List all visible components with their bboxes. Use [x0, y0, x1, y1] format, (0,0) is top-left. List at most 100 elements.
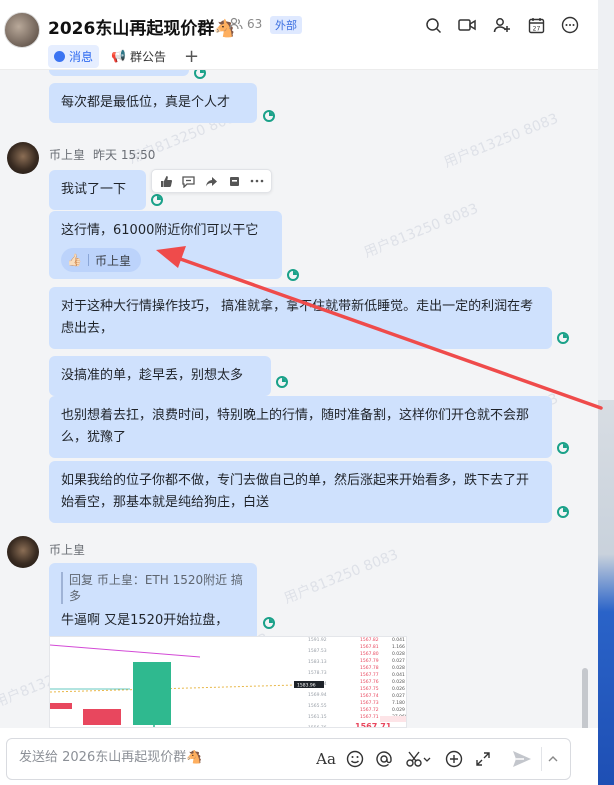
axis-tick-label: 1587.53 — [308, 648, 327, 654]
read-receipt-icon — [557, 442, 569, 454]
message-text: 如果我给的位子你都不做，专门去做自己的单，然后涨起来开始看多，跌下去了开始看空，… — [61, 473, 530, 510]
emoji-icon[interactable] — [344, 748, 366, 770]
message-bubble[interactable]: 也别想着去扛，浪费时间，特别晚上的行情，随时准备割，这样你们开仓就不会那么，犹豫… — [49, 396, 552, 458]
svg-text:27: 27 — [532, 25, 540, 32]
avatar[interactable] — [7, 142, 39, 174]
mention-icon[interactable] — [373, 748, 395, 770]
ask-size: 7.180 — [392, 700, 405, 706]
watermark: 用户813250 8083 — [441, 110, 561, 172]
message-text: 我试了一下 — [61, 182, 127, 197]
read-receipt-icon — [287, 269, 299, 281]
candle-bull — [133, 662, 171, 725]
video-call-icon[interactable] — [455, 13, 479, 37]
reaction-chip[interactable]: 👍🏻 币上皇 — [61, 248, 141, 272]
ask-size: 0.028 — [392, 651, 405, 657]
desktop-background — [598, 0, 614, 400]
forward-icon[interactable] — [203, 173, 219, 189]
members-icon[interactable] — [229, 17, 243, 31]
message-bubble[interactable]: 对于这种大行情操作技巧， 搞准就拿，拿不住就带新低睡觉。走出一定的利润在考虑出去… — [49, 287, 552, 349]
thumbs-up-emoji-icon: 👍🏻 — [67, 253, 82, 267]
chart-screenshot-image[interactable]: 1591.921587.531583.131578.731574.341569.… — [49, 636, 407, 728]
message-text: 对于这种大行情操作技巧， 搞准就拿，拿不住就带新低睡觉。走出一定的利润在考虑出去… — [61, 299, 534, 336]
read-receipt-icon — [263, 110, 275, 122]
read-receipt-icon — [194, 70, 206, 79]
expand-icon[interactable] — [472, 748, 494, 770]
message-bubble-partial[interactable] — [49, 70, 189, 76]
quoted-message[interactable]: 回复 币上皇：ETH 1520附近 搞多 — [61, 572, 245, 604]
axis-tick-label: 1569.94 — [308, 692, 327, 698]
scrollbar[interactable] — [582, 668, 588, 728]
message-bubble-reply[interactable]: 回复 币上皇：ETH 1520附近 搞多 牛逼啊 又是1520开始拉盘， — [49, 563, 257, 641]
watermark: 用户813250 8083 — [361, 200, 481, 262]
divider — [541, 747, 542, 771]
message-bubble[interactable]: 如果我给的位子你都不做，专门去做自己的单，然后涨起来开始看多，跌下去了开始看空，… — [49, 461, 552, 523]
tab-announcement[interactable]: 📢 群公告 — [105, 45, 172, 68]
axis-tick-label: 1565.55 — [308, 703, 327, 709]
message-action-bar — [151, 169, 272, 193]
message-time: 昨天 15:50 — [93, 148, 156, 162]
ask-price: 1567.72 — [360, 707, 379, 713]
thumbs-up-icon[interactable] — [158, 173, 174, 189]
ask-price: 1567.78 — [360, 665, 379, 671]
desktop-wallpaper — [598, 400, 614, 785]
axis-tick-label: 1561.15 — [308, 714, 327, 720]
candle-bear — [50, 703, 72, 709]
cursor-price-label: 1583.96 — [297, 683, 316, 689]
reaction-user: 币上皇 — [94, 253, 131, 268]
read-receipt-icon — [263, 617, 275, 629]
ask-size: 0.029 — [392, 707, 405, 713]
more-options-icon[interactable] — [558, 13, 582, 37]
indicator-line — [50, 644, 201, 658]
search-icon[interactable] — [421, 13, 445, 37]
message-text: 也别想着去扛，浪费时间，特别晚上的行情，随时准备割，这样你们开仓就不会那么，犹豫… — [61, 408, 530, 445]
composer: Aa — [0, 728, 614, 785]
ask-price: 1567.76 — [360, 679, 379, 685]
ask-price: 1567.82 — [360, 637, 379, 643]
chevron-up-icon[interactable] — [544, 748, 562, 770]
message-text: 牛逼啊 又是1520开始拉盘， — [61, 613, 229, 628]
external-badge: 外部 — [270, 16, 302, 34]
screenshot-icon[interactable] — [403, 748, 433, 770]
candlestick-chart: 1591.921587.531583.131578.731574.341569.… — [50, 637, 406, 727]
send-icon[interactable] — [509, 748, 535, 770]
ask-size: 0.026 — [392, 686, 405, 692]
sender-name[interactable]: 币上皇 — [49, 541, 85, 558]
ask-size: 0.027 — [392, 658, 405, 664]
tab-announcement-label: 群公告 — [129, 49, 166, 64]
ask-size: 0.041 — [392, 672, 405, 678]
message-text: 这行情，61000附近你们可以干它 — [61, 223, 259, 238]
add-tab-button[interactable]: + — [178, 46, 205, 67]
ask-size: 0.041 — [392, 637, 405, 643]
group-title[interactable]: 2026东山再起现价群🐴 — [48, 14, 235, 39]
axis-tick-label: 1591.92 — [308, 637, 327, 643]
calendar-icon[interactable]: 27 — [524, 13, 548, 37]
divider — [87, 254, 89, 266]
text-format-icon[interactable]: Aa — [315, 748, 337, 770]
group-avatar[interactable] — [4, 12, 40, 48]
message-bubble[interactable]: 没搞准的单，趁早丢，别想太多 — [49, 356, 271, 396]
ask-price: 1567.81 — [360, 644, 379, 650]
reply-icon[interactable] — [181, 173, 197, 189]
watermark: 用户813250 8083 — [281, 546, 401, 608]
more-actions-icon[interactable] — [249, 173, 265, 189]
ask-price: 1567.77 — [360, 672, 379, 678]
message-input[interactable] — [19, 750, 304, 765]
message-bubble[interactable]: 我试了一下 — [49, 170, 146, 210]
add-member-icon[interactable] — [490, 13, 514, 37]
ask-price: 1567.71 — [360, 714, 379, 720]
member-count: 63 — [247, 17, 263, 31]
ask-size: 0.028 — [392, 665, 405, 671]
chat-header: 2026东山再起现价群🐴 63 外部 27 消息 📢 群公告 + — [0, 0, 614, 70]
message-input-box[interactable]: Aa — [6, 738, 571, 780]
ask-size: 0.027 — [392, 693, 405, 699]
tab-messages[interactable]: 消息 — [48, 44, 100, 68]
tab-messages-label: 消息 — [69, 49, 94, 64]
add-attachment-icon[interactable] — [443, 748, 465, 770]
message-list[interactable]: 用户813250 8083 用户813250 8083 用户813250 808… — [0, 70, 614, 728]
sender-name[interactable]: 币上皇 — [49, 146, 85, 163]
megaphone-icon: 📢 — [111, 49, 126, 63]
save-icon[interactable] — [226, 173, 242, 189]
ask-size: 0.028 — [392, 679, 405, 685]
avatar[interactable] — [7, 536, 39, 568]
message-bubble[interactable]: 每次都是最低位，真是个人才 — [49, 83, 257, 123]
